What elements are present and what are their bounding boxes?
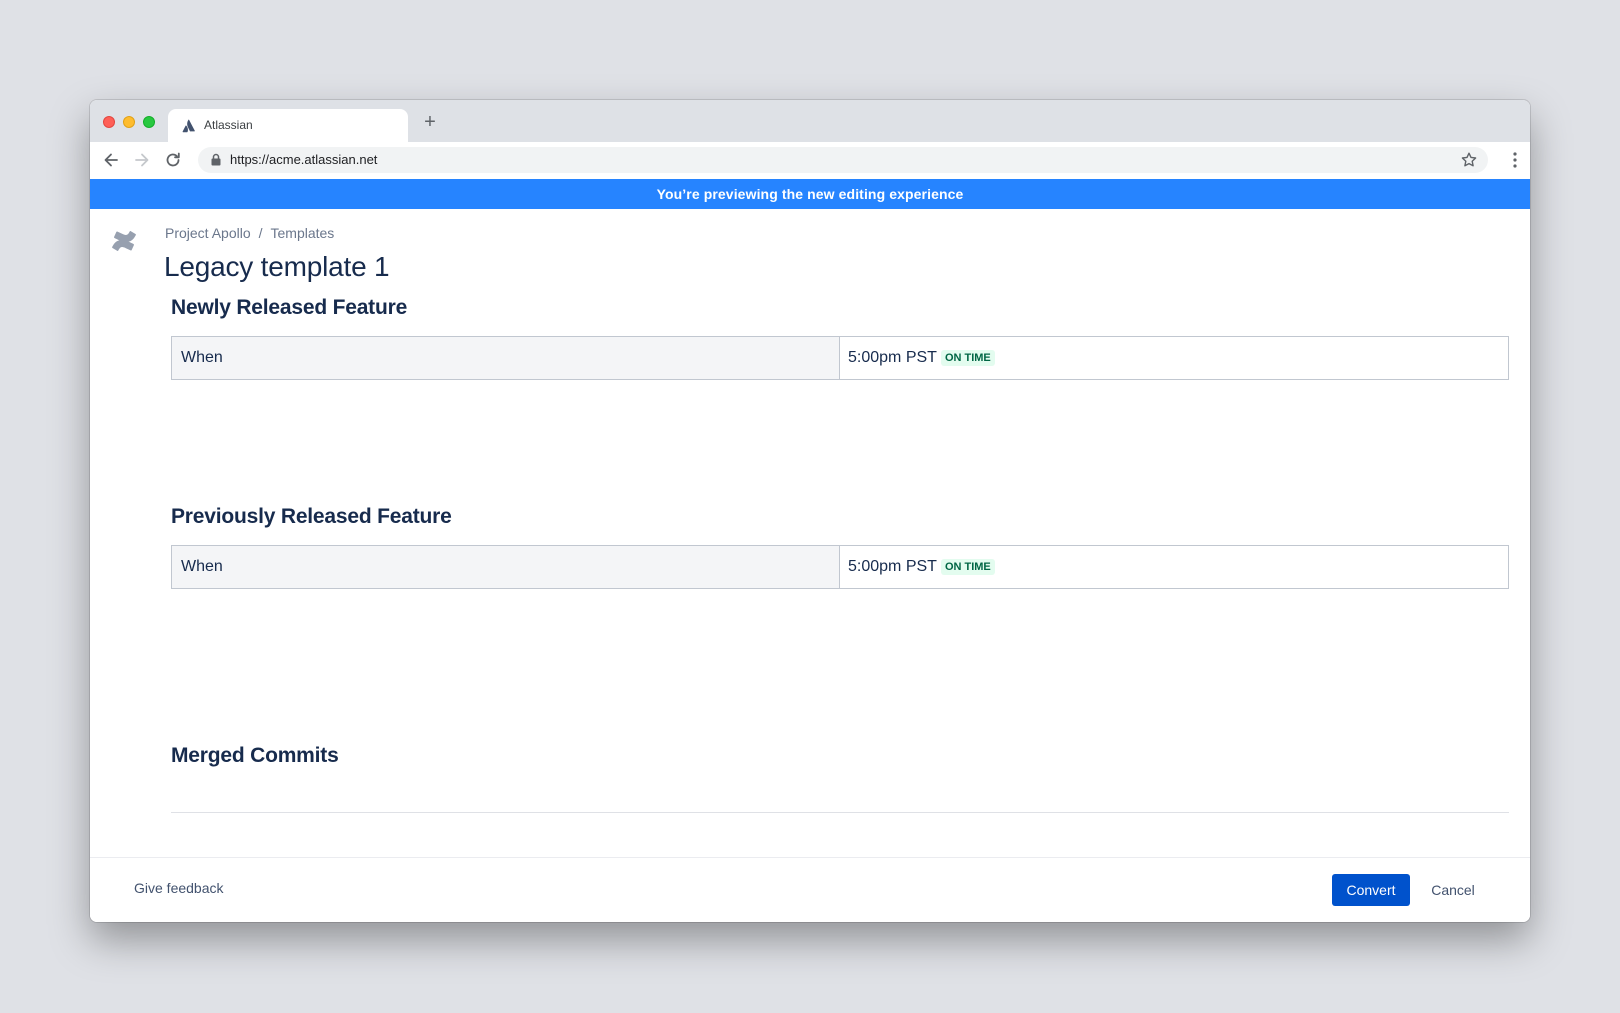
new-tab-button[interactable]: + — [420, 112, 440, 132]
close-window-button[interactable] — [103, 116, 115, 128]
browser-toolbar: https://acme.atlassian.net — [90, 142, 1530, 179]
give-feedback-link[interactable]: Give feedback — [134, 880, 224, 896]
page-content: Project Apollo / Templates Legacy template… — [90, 209, 1530, 857]
cancel-button[interactable]: Cancel — [1420, 874, 1486, 906]
reload-icon[interactable] — [163, 150, 183, 170]
minimize-window-button[interactable] — [123, 116, 135, 128]
atlassian-logo-icon — [182, 119, 195, 133]
maximize-window-button[interactable] — [143, 116, 155, 128]
table-value-cell[interactable]: 5:00pm PST ON TIME — [840, 546, 1508, 588]
breadcrumb: Project Apollo / Templates — [165, 225, 334, 241]
breadcrumb-templates-link[interactable]: Templates — [271, 225, 335, 241]
page-title[interactable]: Legacy template 1 — [164, 251, 390, 283]
status-lozenge: ON TIME — [940, 559, 995, 575]
table-header-cell[interactable]: When — [172, 546, 840, 588]
horizontal-rule — [171, 812, 1509, 813]
address-bar[interactable]: https://acme.atlassian.net — [198, 147, 1488, 173]
convert-button[interactable]: Convert — [1332, 874, 1410, 906]
confluence-logo-icon[interactable] — [110, 227, 138, 255]
table-value-cell[interactable]: 5:00pm PST ON TIME — [840, 337, 1508, 379]
time-value: 5:00pm PST — [848, 349, 937, 366]
time-value: 5:00pm PST — [848, 558, 937, 575]
breadcrumb-project-link[interactable]: Project Apollo — [165, 225, 251, 241]
arrow-left-icon[interactable] — [101, 150, 121, 170]
kebab-menu-icon[interactable] — [1512, 150, 1518, 170]
breadcrumb-separator: / — [258, 225, 263, 241]
star-icon[interactable] — [1460, 151, 1478, 169]
browser-tab[interactable]: Atlassian — [168, 109, 408, 142]
tab-title: Atlassian — [204, 118, 253, 132]
table-header-cell[interactable]: When — [172, 337, 840, 379]
section-heading-merged-commits[interactable]: Merged Commits — [171, 744, 339, 768]
section-heading-newly-released[interactable]: Newly Released Feature — [171, 296, 407, 320]
lock-icon — [211, 153, 221, 166]
table-previously-released: When 5:00pm PST ON TIME — [171, 545, 1509, 589]
table-newly-released: When 5:00pm PST ON TIME — [171, 336, 1509, 380]
section-heading-previously-released[interactable]: Previously Released Feature — [171, 505, 452, 529]
tab-strip: Atlassian + — [90, 100, 1530, 142]
url-text[interactable]: https://acme.atlassian.net — [230, 152, 377, 167]
preview-banner: You’re previewing the new editing experi… — [90, 179, 1530, 209]
editor-footer: Give feedback Convert Cancel — [90, 857, 1530, 922]
arrow-right-icon[interactable] — [132, 150, 152, 170]
browser-window: Atlassian + https://acme.atlassian.net Y… — [90, 100, 1530, 922]
status-lozenge: ON TIME — [940, 350, 995, 366]
